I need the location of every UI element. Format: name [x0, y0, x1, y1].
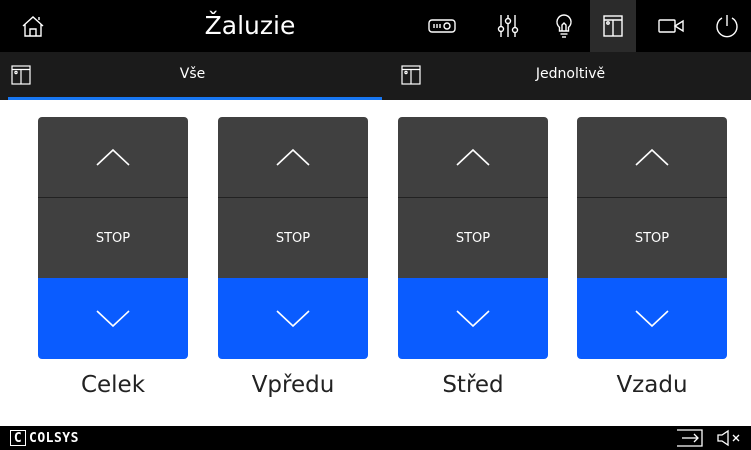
tab-bar: Vše Jednoltivě: [0, 52, 751, 100]
chevron-up-icon: [456, 148, 490, 166]
chevron-up-icon: [276, 148, 310, 166]
mute-icon[interactable]: [714, 428, 746, 450]
tab-individual-label: Jednoltivě: [535, 66, 606, 82]
chevron-down-icon: [276, 309, 310, 327]
tab-all[interactable]: Vše: [0, 52, 385, 100]
up-button[interactable]: [38, 117, 188, 198]
stop-button[interactable]: STOP: [398, 198, 548, 278]
logo-mark: C: [10, 430, 26, 446]
down-button[interactable]: [38, 278, 188, 359]
exit-icon[interactable]: [674, 428, 706, 450]
stop-button[interactable]: STOP: [577, 198, 727, 278]
chevron-down-icon: [96, 309, 130, 327]
camera-icon[interactable]: [648, 0, 694, 52]
tab-all-label: Vše: [179, 66, 206, 82]
up-button[interactable]: [577, 117, 727, 198]
light-bulb-icon[interactable]: [542, 0, 586, 52]
chevron-down-icon: [635, 309, 669, 327]
tab-selected-indicator: [8, 97, 382, 100]
logo-text: COLSYS: [29, 430, 79, 446]
down-button[interactable]: [218, 278, 368, 359]
tab-individual[interactable]: Jednoltivě: [390, 52, 751, 100]
top-bar: Žaluzie: [0, 0, 751, 52]
up-button[interactable]: [398, 117, 548, 198]
power-icon[interactable]: [704, 0, 750, 52]
chevron-up-icon: [635, 148, 669, 166]
down-button[interactable]: [398, 278, 548, 359]
stop-button[interactable]: STOP: [38, 198, 188, 278]
colsys-logo: C COLSYS: [10, 429, 79, 447]
chevron-down-icon: [456, 309, 490, 327]
footer-bar: C COLSYS: [0, 426, 751, 450]
stop-button[interactable]: STOP: [218, 198, 368, 278]
blind-label: Vzadu: [616, 372, 688, 398]
blind-label: Střed: [442, 372, 504, 398]
page-title: Žaluzie: [204, 11, 296, 40]
blind-control-vpredu: STOP: [218, 117, 368, 359]
mixer-icon[interactable]: [486, 0, 530, 52]
blinds-icon[interactable]: [590, 0, 636, 52]
projector-icon[interactable]: [420, 0, 464, 52]
blind-control-stred: STOP: [398, 117, 548, 359]
down-button[interactable]: [577, 278, 727, 359]
blind-control-celek: STOP: [38, 117, 188, 359]
blind-label: Celek: [80, 372, 146, 398]
up-button[interactable]: [218, 117, 368, 198]
blind-control-vzadu: STOP: [577, 117, 727, 359]
home-icon[interactable]: [8, 0, 58, 52]
chevron-up-icon: [96, 148, 130, 166]
blind-label: Vpředu: [251, 372, 335, 398]
